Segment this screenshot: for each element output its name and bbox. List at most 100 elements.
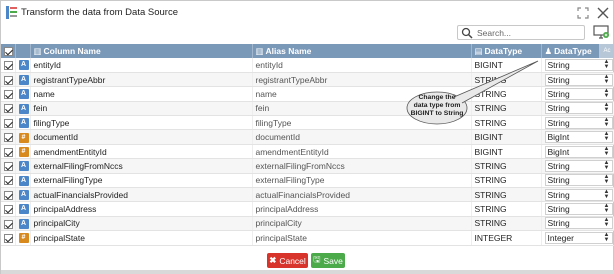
table-row[interactable]: # principalState principalState INTEGER Inte… [1,230,614,246]
row-checkbox[interactable] [4,147,13,157]
type-badge-cell: A [15,86,31,102]
row-checkbox[interactable] [4,75,13,85]
table-row[interactable]: Afein fein STRING String ▲ ▼ [1,101,614,117]
table-row[interactable]: AexternalFilingType externalFilingType STR… [1,173,614,189]
string-type-icon: A [18,190,29,201]
sort-arrows-icon: ▲ ▼ [603,87,610,99]
row-select-cell[interactable] [1,101,16,117]
table-row[interactable]: # amendmentEntityId amendmentEntityId BIGIN… [1,144,614,160]
table-row[interactable]: AexternalFilingFromNccs externalFilingFro… [1,158,614,174]
number-type-icon: # [18,233,29,244]
table-row[interactable]: AprincipalCity principalCity STRING String ▲… [1,216,614,232]
target-datatype-cell: String ▲ ▼ [541,86,614,102]
table-row[interactable]: AregistrantTypeAbbr registrantTypeAbbr STR… [1,72,614,88]
target-datatype-select[interactable]: String ▲ ▼ [544,188,613,201]
source-datatype-cell: STRING [471,216,542,232]
target-datatype-select[interactable]: BigInt ▲ ▼ [544,131,613,144]
target-datatype-select[interactable]: BigInt ▲ ▼ [544,145,613,158]
alias-name-cell[interactable]: registrantTypeAbbr [252,72,472,88]
table-row[interactable]: AfilingType filingType STRING String ▲ ▼ [1,115,614,131]
close-button[interactable] [595,5,611,21]
alias-name-cell[interactable]: principalState [252,230,472,246]
select-all-checkbox[interactable] [4,47,13,57]
column-name-cell: registrantTypeAbbr [30,72,253,88]
floppy-icon: 🖫 [313,253,321,264]
preview-monitor-icon[interactable] [593,25,609,40]
row-select-cell[interactable] [1,158,16,174]
column-name-cell: entityId [30,58,253,73]
alias-name-cell[interactable]: actualFinancialsProvided [252,187,472,203]
row-select-cell[interactable] [1,72,16,88]
sort-arrows-icon: ▲ ▼ [603,174,610,186]
alias-name-cell[interactable]: documentId [252,129,472,145]
row-select-cell[interactable] [1,173,16,189]
column-name-cell: name [30,86,253,102]
type-badge-cell: A [15,216,31,232]
type-badge-cell: A [15,201,31,217]
target-datatype-select[interactable]: Integer ▲ ▼ [544,231,613,244]
next-column-tab[interactable]: Ac [599,44,614,58]
alias-name-cell[interactable]: principalCity [252,216,472,232]
source-datatype-cell: STRING [471,158,542,174]
alias-name-cell[interactable]: externalFilingType [252,173,472,189]
row-checkbox[interactable] [4,61,13,71]
row-select-cell[interactable] [1,216,16,232]
select-all-header[interactable] [1,44,16,58]
sort-arrows-icon: ▲ ▼ [603,116,610,128]
target-datatype-select[interactable]: String ▲ ▼ [544,217,613,230]
source-datatype-cell: INTEGER [471,230,542,246]
alias-name-cell[interactable]: principalAddress [252,201,472,217]
target-datatype-select[interactable]: String ▲ ▼ [544,58,613,71]
cancel-button[interactable]: ✖ Cancel [267,253,308,268]
target-datatype-select[interactable]: String ▲ ▼ [544,73,613,86]
row-select-cell[interactable] [1,187,16,203]
source-datatype-header[interactable]: ▤ DataType [471,44,542,58]
alias-name-cell[interactable]: externalFilingFromNccs [252,158,472,174]
row-select-cell[interactable] [1,201,16,217]
source-datatype-cell: BIGINT [471,129,542,145]
table-row[interactable]: AprincipalAddress principalAddress STRING S… [1,201,614,217]
row-select-cell[interactable] [1,115,16,131]
target-datatype-cell: BigInt ▲ ▼ [541,144,614,160]
search-input[interactable] [477,27,577,38]
target-datatype-select[interactable]: String ▲ ▼ [544,159,613,172]
row-select-cell[interactable] [1,58,16,73]
row-select-cell[interactable] [1,129,16,145]
row-select-cell[interactable] [1,86,16,102]
row-checkbox[interactable] [4,118,13,128]
target-datatype-cell: String ▲ ▼ [541,158,614,174]
row-select-cell[interactable] [1,144,16,160]
type-badge-cell: A [15,101,31,117]
row-checkbox[interactable] [4,176,13,186]
target-datatype-select[interactable]: String ▲ ▼ [544,116,613,129]
target-datatype-select[interactable]: String ▲ ▼ [544,203,613,216]
row-checkbox[interactable] [4,133,13,143]
row-checkbox[interactable] [4,205,13,215]
save-button[interactable]: 🖫 Save [311,253,345,268]
target-datatype-select[interactable]: String ▲ ▼ [544,87,613,100]
alias-name-cell[interactable]: amendmentEntityId [252,144,472,160]
alias-name-header[interactable]: ▥ Alias Name [252,44,472,58]
row-select-cell[interactable] [1,230,16,246]
row-checkbox[interactable] [4,104,13,114]
table-row[interactable]: Aname name STRING String ▲ ▼ [1,86,614,102]
table-row[interactable]: AactualFinancialsProvided actualFinancial… [1,187,614,203]
target-datatype-select[interactable]: String ▲ ▼ [544,174,613,187]
bottom-strip [1,270,614,274]
row-checkbox[interactable] [4,190,13,200]
target-datatype-select[interactable]: String ▲ ▼ [544,102,613,115]
target-datatype-cell: String ▲ ▼ [541,58,614,73]
column-name-header[interactable]: ▥ Column Name [30,44,253,58]
maximize-icon [577,7,589,19]
callout-text: Change the data type from BIGINT to Stri… [410,94,464,117]
target-datatype-cell: String ▲ ▼ [541,187,614,203]
alias-name-cell[interactable]: entityId [252,58,472,73]
row-checkbox[interactable] [4,162,13,172]
table-row[interactable]: # documentId documentId BIGINT BigInt ▲ ▼ [1,129,614,145]
number-type-icon: # [18,132,29,143]
title-bar: Transform the data from Data Source [1,1,614,25]
maximize-button[interactable] [575,5,591,21]
row-checkbox[interactable] [4,234,13,243]
row-checkbox[interactable] [4,90,13,100]
row-checkbox[interactable] [4,219,13,229]
